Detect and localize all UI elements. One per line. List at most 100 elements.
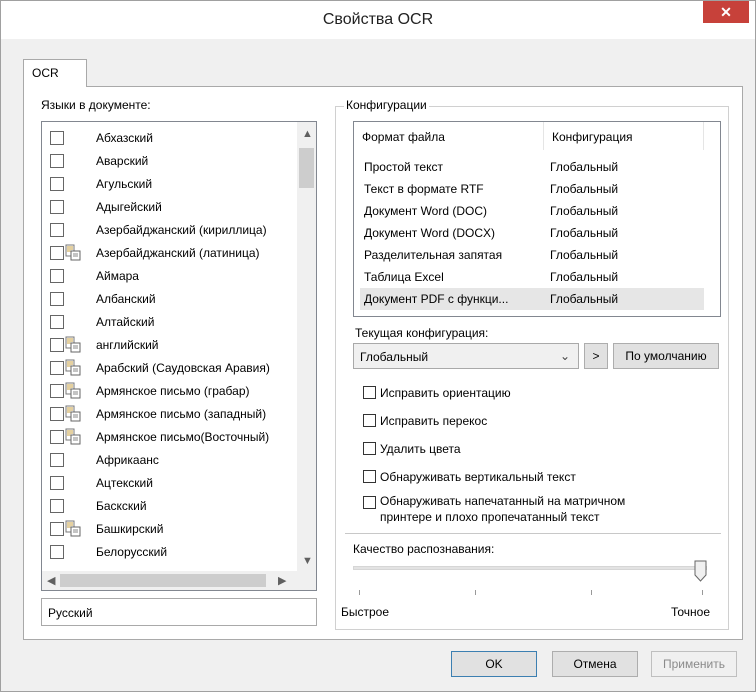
language-checkbox[interactable]	[50, 430, 64, 444]
configurations-table[interactable]: Формат файла Конфигурация Простой текст Г…	[353, 121, 721, 317]
checkbox[interactable]	[363, 414, 376, 427]
current-configuration-select[interactable]: Глобальный ⌄	[353, 343, 579, 369]
table-row[interactable]: Документ Word (DOCX) Глобальный	[360, 222, 704, 244]
language-item[interactable]: Азербайджанский (латиница)	[42, 241, 296, 263]
language-item[interactable]: Белорусский	[42, 540, 296, 562]
language-item[interactable]: Абхазский	[42, 126, 296, 148]
language-checkbox[interactable]	[50, 223, 64, 237]
quality-max-label: Точное	[671, 605, 711, 619]
checkbox[interactable]	[363, 470, 376, 483]
language-item[interactable]: Армянское письмо (грабар)	[42, 379, 296, 401]
language-item[interactable]: Армянское письмо (западный)	[42, 402, 296, 424]
table-row[interactable]: Документ Word (DOC) Глобальный	[360, 200, 704, 222]
slider-tick	[702, 590, 703, 595]
ok-button[interactable]: OK	[451, 651, 537, 677]
language-item[interactable]: Башкирский	[42, 517, 296, 539]
scroll-right-icon[interactable]: ▶	[278, 574, 286, 587]
language-checkbox[interactable]	[50, 246, 64, 260]
quality-slider-thumb[interactable]	[694, 560, 707, 582]
language-checkbox[interactable]	[50, 200, 64, 214]
scroll-thumb-horizontal[interactable]	[60, 574, 266, 587]
current-configuration-label: Текущая конфигурация:	[355, 326, 489, 340]
language-name: Азербайджанский (латиница)	[96, 246, 260, 260]
dictionary-icon	[65, 336, 81, 353]
dictionary-icon	[65, 428, 81, 445]
checkbox[interactable]	[363, 386, 376, 399]
cancel-button[interactable]: Отмена	[552, 651, 638, 677]
vertical-scrollbar[interactable]: ▲ ▼	[297, 122, 316, 573]
language-item[interactable]: Аймара	[42, 264, 296, 286]
language-item[interactable]: Албанский	[42, 287, 296, 309]
edit-configuration-button[interactable]: >	[584, 343, 608, 369]
configuration-cell: Глобальный	[550, 248, 619, 262]
language-name: Азербайджанский (кириллица)	[96, 223, 267, 237]
language-item[interactable]: Агульский	[42, 172, 296, 194]
language-name: Армянское письмо (грабар)	[96, 384, 250, 398]
languages-label: Языки в документе:	[41, 98, 151, 112]
language-checkbox[interactable]	[50, 476, 64, 490]
file-format-cell: Документ Word (DOC)	[364, 204, 488, 218]
language-name: Ацтекский	[96, 476, 153, 490]
language-checkbox[interactable]	[50, 361, 64, 375]
language-item[interactable]: Арабский (Саудовская Аравия)	[42, 356, 296, 378]
configuration-cell: Глобальный	[550, 160, 619, 174]
horizontal-scrollbar[interactable]: ◀ ▶	[42, 571, 316, 590]
language-checkbox[interactable]	[50, 269, 64, 283]
table-row[interactable]: Таблица Excel Глобальный	[360, 266, 704, 288]
language-checkbox[interactable]	[50, 522, 64, 536]
language-item[interactable]: Адыгейский	[42, 195, 296, 217]
scroll-left-icon[interactable]: ◀	[47, 574, 55, 587]
default-button[interactable]: По умолчанию	[613, 343, 719, 369]
language-item[interactable]: Алтайский	[42, 310, 296, 332]
language-name: Арабский (Саудовская Аравия)	[96, 361, 270, 375]
configuration-cell: Глобальный	[550, 226, 619, 240]
table-row[interactable]: Текст в формате RTF Глобальный	[360, 178, 704, 200]
quality-slider-track[interactable]	[353, 566, 707, 570]
column-header-format[interactable]: Формат файла	[354, 122, 544, 150]
language-checkbox[interactable]	[50, 384, 64, 398]
apply-button[interactable]: Применить	[651, 651, 737, 677]
language-checkbox[interactable]	[50, 292, 64, 306]
language-item[interactable]: Азербайджанский (кириллица)	[42, 218, 296, 240]
configuration-cell: Глобальный	[550, 292, 619, 306]
file-format-cell: Документ Word (DOCX)	[364, 226, 496, 240]
scroll-thumb[interactable]	[299, 148, 314, 188]
dictionary-icon	[65, 244, 81, 261]
title-bar: Свойства OCR ✕	[1, 1, 755, 39]
language-item[interactable]: Баскский	[42, 494, 296, 516]
language-name: Африкаанс	[96, 453, 159, 467]
language-checkbox[interactable]	[50, 545, 64, 559]
scroll-down-icon[interactable]: ▼	[302, 555, 313, 567]
column-header-configuration[interactable]: Конфигурация	[544, 122, 704, 150]
language-item[interactable]: Армянское письмо(Восточный)	[42, 425, 296, 447]
language-checkbox[interactable]	[50, 177, 64, 191]
file-format-cell: Документ PDF с функци...	[364, 292, 509, 306]
file-format-cell: Текст в формате RTF	[364, 182, 484, 196]
tab-ocr[interactable]: OCR	[23, 59, 87, 87]
table-row[interactable]: Разделительная запятая Глобальный	[360, 244, 704, 266]
language-checkbox[interactable]	[50, 499, 64, 513]
language-checkbox[interactable]	[50, 315, 64, 329]
language-checkbox[interactable]	[50, 407, 64, 421]
ocr-properties-dialog: Свойства OCR ✕ OCR Языки в документе: Бе…	[0, 0, 756, 692]
language-item[interactable]: Аварский	[42, 149, 296, 171]
language-checkbox[interactable]	[50, 453, 64, 467]
scroll-up-icon[interactable]: ▲	[302, 128, 313, 140]
checkbox[interactable]	[363, 442, 376, 455]
dictionary-icon	[65, 520, 81, 537]
language-checkbox[interactable]	[50, 131, 64, 145]
language-checkbox[interactable]	[50, 154, 64, 168]
languages-list[interactable]: Белорусский Башкирский Баскский Ацтекский Аф…	[41, 121, 317, 591]
language-name: Алтайский	[96, 315, 155, 329]
table-row[interactable]: Документ PDF с функци... Глобальный	[360, 288, 704, 310]
language-item[interactable]: Ацтекский	[42, 471, 296, 493]
current-configuration-value: Глобальный	[360, 350, 429, 364]
close-button[interactable]: ✕	[703, 1, 749, 23]
checkbox[interactable]	[363, 496, 376, 509]
table-row[interactable]: Простой текст Глобальный	[360, 156, 704, 178]
configurations-label: Конфигурации	[344, 98, 429, 112]
language-item[interactable]: Африкаанс	[42, 448, 296, 470]
language-checkbox[interactable]	[50, 338, 64, 352]
language-item[interactable]: английский	[42, 333, 296, 355]
selected-languages-field[interactable]: Русский	[41, 598, 317, 626]
